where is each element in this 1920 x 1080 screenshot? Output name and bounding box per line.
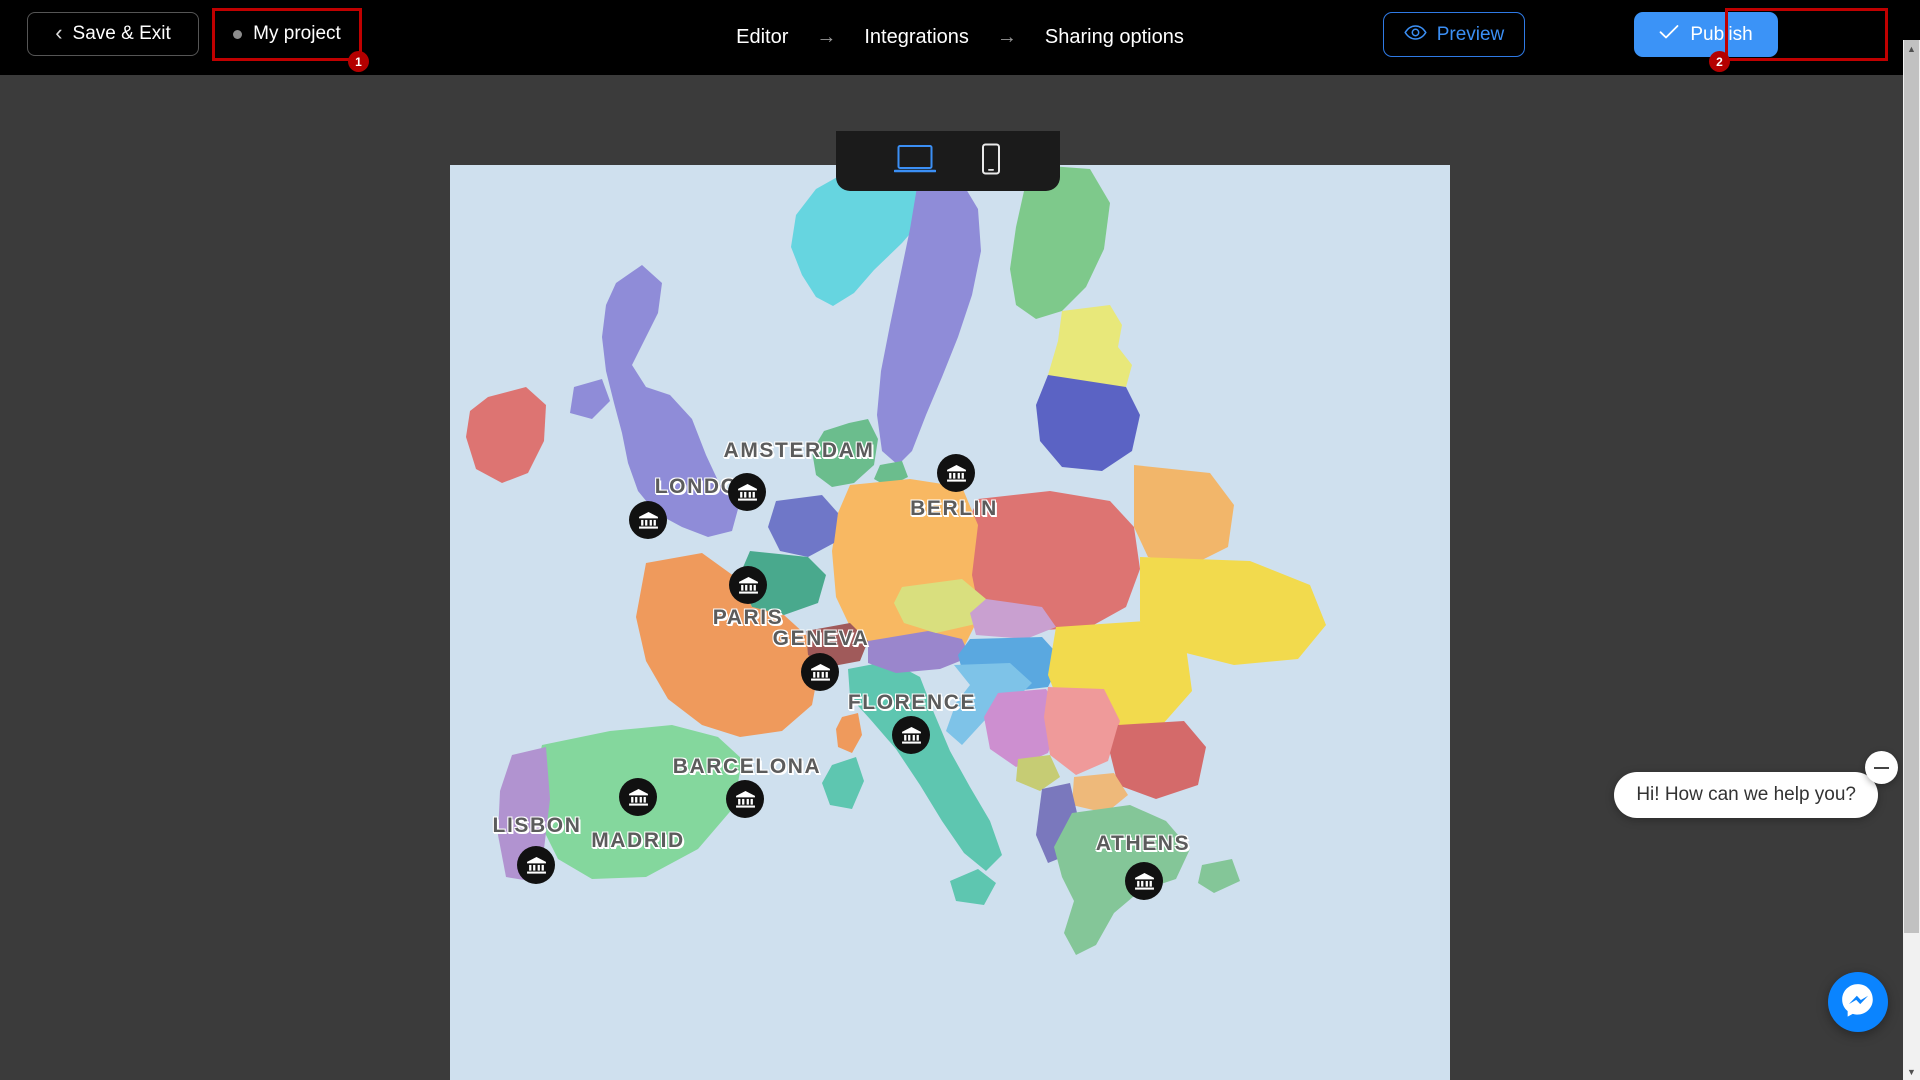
breadcrumb-item-editor[interactable]: Editor	[736, 26, 788, 49]
save-and-exit-label: Save & Exit	[72, 23, 171, 44]
scroll-down-arrow-icon[interactable]: ▼	[1903, 1063, 1920, 1080]
check-icon	[1659, 24, 1679, 46]
status-dot-icon	[233, 29, 243, 39]
preview-label: Preview	[1436, 23, 1505, 45]
map-marker-florence[interactable]	[892, 716, 930, 754]
annotation-badge-2: 2	[1709, 51, 1730, 72]
my-project-button[interactable]: My project	[216, 12, 358, 56]
breadcrumb-item-integrations[interactable]: Integrations	[864, 26, 969, 49]
map-marker-lisbon[interactable]	[517, 846, 555, 884]
messenger-chat-button[interactable]	[1828, 972, 1888, 1032]
preview-button[interactable]: Preview	[1383, 12, 1525, 57]
scroll-up-arrow-icon[interactable]: ▲	[1903, 40, 1920, 57]
chat-greeting-bubble[interactable]: Hi! How can we help you?	[1614, 772, 1878, 818]
map-marker-madrid[interactable]	[619, 778, 657, 816]
annotation-badge-1: 1	[348, 51, 369, 72]
map-graphic	[450, 165, 1450, 1080]
map-marker-paris[interactable]	[729, 566, 767, 604]
arrow-right-icon: →	[996, 26, 1017, 48]
publish-button[interactable]: Publish	[1634, 12, 1778, 57]
top-toolbar: ‹ Save & Exit My project Editor → Integr…	[0, 0, 1920, 75]
map-marker-amsterdam[interactable]	[728, 473, 766, 511]
map-marker-london[interactable]	[629, 501, 667, 539]
eye-icon	[1404, 24, 1427, 46]
page-scrollbar[interactable]: ▲ ▼	[1903, 40, 1920, 1080]
map-marker-athens[interactable]	[1125, 862, 1163, 900]
map-marker-barcelona[interactable]	[726, 780, 764, 818]
mobile-icon[interactable]	[980, 143, 1002, 180]
minimize-icon	[1874, 766, 1889, 769]
europe-map[interactable]: AMSTERDAM LONDON BERLIN PARIS GENEVA FLO…	[450, 165, 1450, 1080]
chat-minimize-button[interactable]	[1865, 751, 1898, 784]
chevron-left-icon: ‹	[55, 20, 63, 45]
desktop-icon[interactable]	[893, 144, 937, 179]
device-preview-toggle	[836, 131, 1060, 191]
messenger-icon	[1839, 981, 1877, 1024]
editor-canvas: AMSTERDAM LONDON BERLIN PARIS GENEVA FLO…	[0, 75, 1920, 1080]
save-and-exit-button[interactable]: ‹ Save & Exit	[27, 12, 199, 56]
map-marker-berlin[interactable]	[937, 454, 975, 492]
map-marker-geneva[interactable]	[801, 653, 839, 691]
breadcrumb-item-sharing-options[interactable]: Sharing options	[1045, 26, 1184, 49]
chat-greeting-text: Hi! How can we help you?	[1636, 784, 1856, 805]
scrollbar-thumb[interactable]	[1904, 40, 1919, 933]
publish-label: Publish	[1690, 23, 1753, 45]
my-project-label: My project	[253, 23, 341, 44]
arrow-right-icon: →	[816, 26, 837, 48]
